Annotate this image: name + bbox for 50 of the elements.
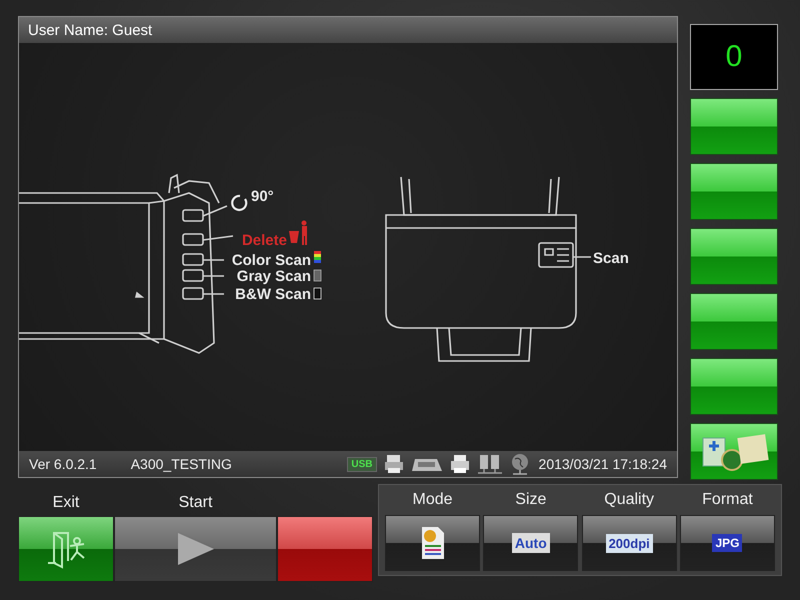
leader-line	[203, 293, 224, 295]
scan-mode-swatch-icon	[314, 270, 322, 282]
user-name-label: User Name: Guest	[28, 22, 152, 38]
network-computers-icon	[476, 453, 503, 475]
shortcut-button[interactable]	[690, 163, 778, 220]
action-label: Exit	[52, 493, 80, 513]
scan-mode-label: B&W Scan	[235, 286, 311, 303]
trash-person-icon	[289, 220, 307, 245]
mode-button[interactable]	[385, 515, 480, 571]
setting-label: Quality	[604, 490, 654, 510]
version-text: Ver 6.0.2.1	[29, 456, 97, 472]
printer-icon	[448, 453, 471, 475]
shortcut-button[interactable]	[690, 98, 778, 155]
shortcut-button[interactable]	[690, 358, 778, 415]
page-counter: 0	[690, 24, 778, 90]
leader-line	[203, 259, 224, 261]
leader-line	[202, 235, 234, 241]
scan-mode-label: Gray Scan	[236, 268, 311, 285]
shortcut-button[interactable]	[690, 293, 778, 350]
format-button[interactable]: JPG	[680, 515, 775, 571]
date-time: 2013/03/21 17:18:24	[538, 456, 667, 472]
usb-indicator: USB	[347, 456, 377, 472]
action-label: Start	[178, 493, 212, 513]
rotate-icon	[231, 194, 248, 212]
paper-size-badge: Auto	[512, 533, 550, 553]
rotate-label: 90°	[251, 188, 274, 205]
setting-label: Mode	[412, 490, 453, 510]
play-icon	[176, 532, 216, 566]
scan-mode-swatch-icon	[314, 251, 321, 263]
leader-line	[203, 275, 224, 277]
delete-label: Delete	[242, 232, 287, 249]
scan-mode-label: Color Scan	[232, 252, 311, 269]
resolution-badge: 200dpi	[606, 534, 653, 552]
setting-label: Format	[702, 490, 753, 510]
setting-label: Size	[515, 490, 546, 510]
exit-button[interactable]	[18, 516, 114, 582]
shortcut-button[interactable]	[690, 228, 778, 285]
file-format-badge: JPG	[712, 534, 742, 552]
quality-button[interactable]: 200dpi	[582, 515, 677, 571]
leader-line	[573, 256, 591, 258]
printer-icon	[382, 453, 405, 475]
color-document-icon	[420, 526, 446, 560]
leader-line	[202, 205, 228, 217]
size-button[interactable]: Auto	[483, 515, 578, 571]
stop-button[interactable]	[277, 516, 373, 582]
watermark-button[interactable]	[690, 423, 778, 480]
start-button[interactable]	[114, 516, 277, 582]
scan-mode-swatch-icon	[314, 288, 322, 300]
scan-button-label: Scan	[593, 250, 629, 267]
device-name: A300_TESTING	[130, 456, 233, 472]
